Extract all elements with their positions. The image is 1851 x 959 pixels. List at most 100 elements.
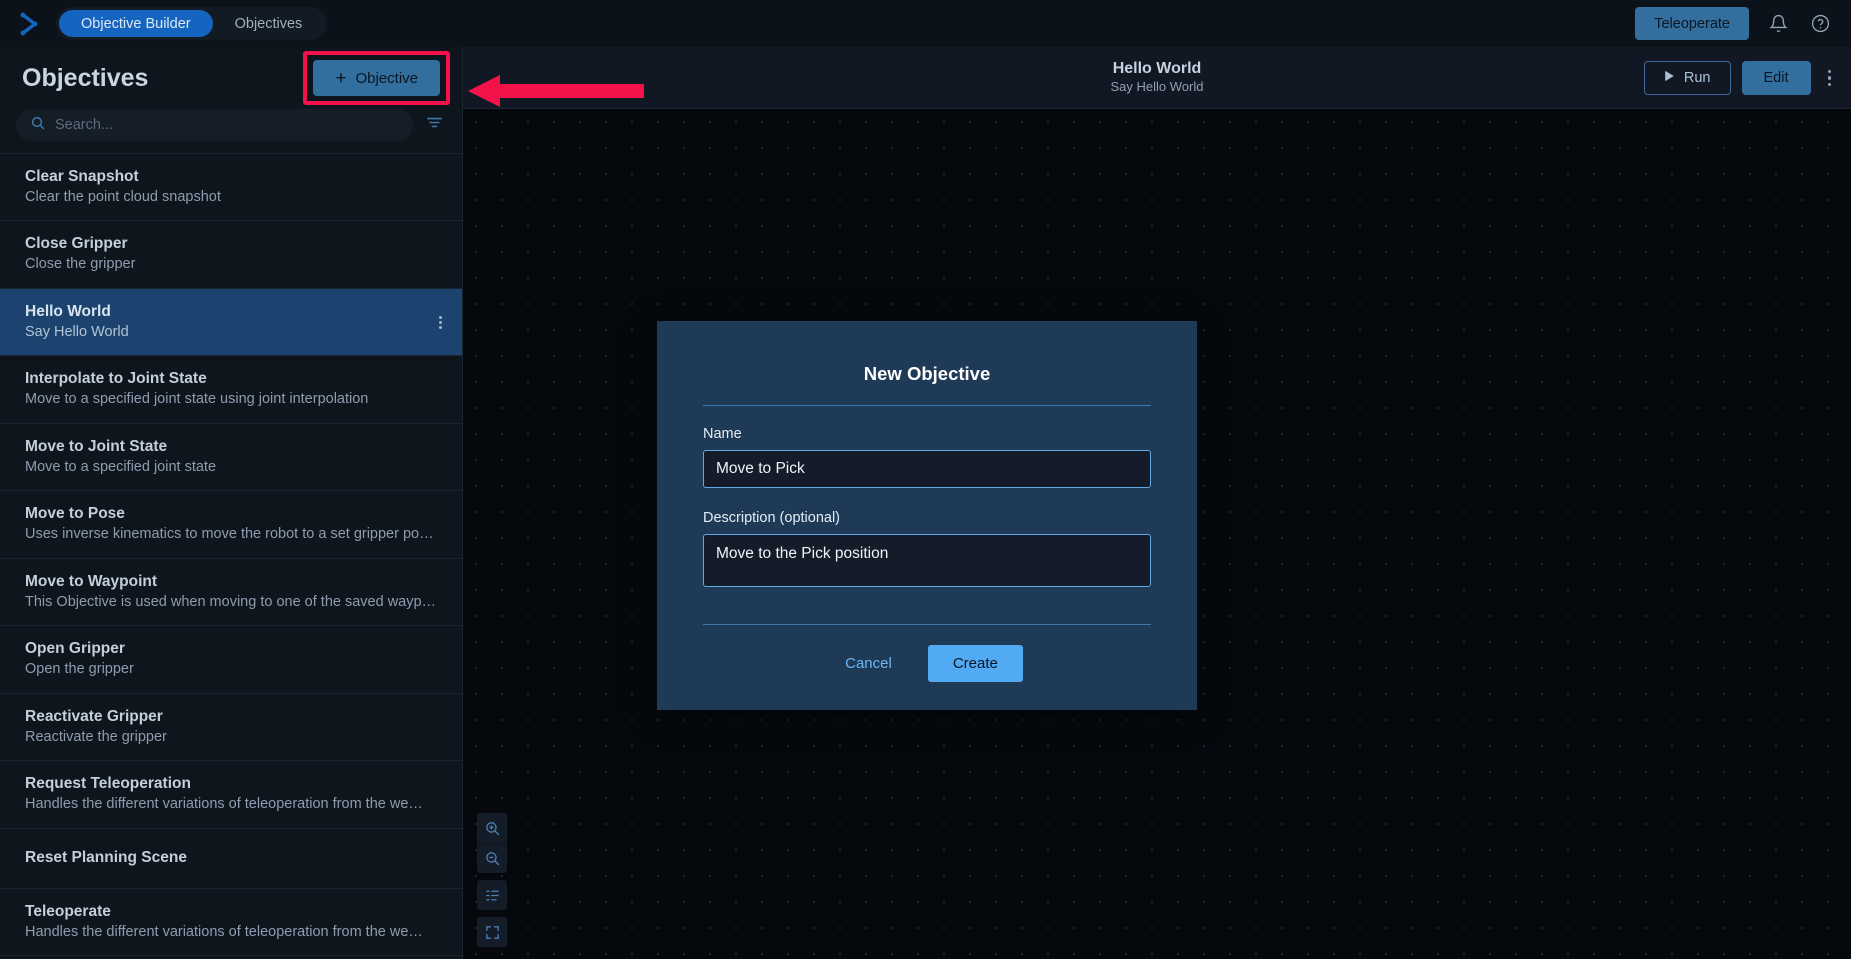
- list-item-more-vertical-icon[interactable]: [429, 315, 442, 329]
- list-item-description: Move to a specified joint state: [25, 458, 217, 475]
- list-item-texts: Hello World Say Hello World: [25, 302, 429, 342]
- list-item-title: Teleoperate: [25, 902, 111, 920]
- nav-pill-group: Objective Builder Objectives: [56, 7, 328, 40]
- list-item-texts: Move to Joint State Move to a specified j…: [25, 437, 442, 477]
- list-item-title: Move to Joint State: [25, 437, 168, 455]
- list-item[interactable]: Interpolate to Joint State Move to a spec…: [0, 356, 462, 424]
- add-objective-button[interactable]: + Objective: [313, 60, 440, 96]
- list-item-texts: Close Gripper Close the gripper: [25, 234, 442, 274]
- list-item-description: Uses inverse kinematics to move the robo…: [25, 526, 434, 543]
- fit-to-screen-icon[interactable]: [477, 917, 507, 947]
- list-item-description: Reactivate the gripper: [25, 728, 167, 745]
- name-input[interactable]: [703, 450, 1151, 488]
- help-circle-icon[interactable]: [1807, 11, 1833, 37]
- search-box[interactable]: [16, 109, 413, 141]
- canvas-more-vertical-icon[interactable]: [1822, 62, 1838, 95]
- list-item-description: Open the gripper: [25, 661, 134, 678]
- list-item-title: Move to Waypoint: [25, 572, 158, 590]
- cancel-button[interactable]: Cancel: [831, 646, 906, 681]
- list-item-description: Handles the different variations of tele…: [25, 923, 423, 940]
- list-item[interactable]: Teleoperate Handles the different variati…: [0, 889, 462, 957]
- tab-objective-builder-label: Objective Builder: [81, 15, 191, 32]
- list-item[interactable]: Hello World Say Hello World: [0, 288, 462, 357]
- list-item-texts: Request Teleoperation Handles the differe…: [25, 774, 442, 814]
- zoom-controls: [477, 813, 507, 947]
- new-objective-modal: New Objective Name Description (optional…: [657, 321, 1197, 710]
- list-item-texts: Reset Planning Scene: [25, 848, 442, 869]
- name-field-label: Name: [703, 426, 742, 442]
- canvas-title: Hello World: [1112, 59, 1202, 77]
- add-objective-label: Objective: [355, 69, 418, 87]
- search-input[interactable]: [55, 117, 399, 133]
- list-item-description: Clear the point cloud snapshot: [25, 188, 221, 205]
- list-item-title: Open Gripper: [25, 640, 125, 658]
- top-navigation-bar: Objective Builder Objectives Teleoperate: [0, 0, 1851, 47]
- create-button[interactable]: Create: [927, 645, 1023, 682]
- list-item-title: Reactivate Gripper: [25, 707, 163, 725]
- canvas-header: Hello World Say Hello World Run Edit: [463, 47, 1851, 109]
- list-item-title: Clear Snapshot: [25, 168, 139, 185]
- list-item-texts: Open Gripper Open the gripper: [25, 639, 442, 679]
- list-item-description: Handles the different variations of tele…: [25, 796, 423, 813]
- list-layout-icon[interactable]: [477, 880, 507, 910]
- list-item[interactable]: Reactivate Gripper Reactivate the gripper: [0, 694, 462, 762]
- main-body: Objectives + Objective Search... Clear S…: [0, 47, 1851, 959]
- list-item[interactable]: Request Teleoperation Handles the differe…: [0, 761, 462, 829]
- canvas-subtitle: Say Hello World: [1110, 79, 1204, 95]
- list-item-title: Close Gripper: [25, 235, 128, 253]
- list-item-description: Move to a specified joint state using jo…: [25, 391, 369, 408]
- sidebar-header: Objectives + Objective: [0, 47, 462, 109]
- list-item[interactable]: Move to Joint State Move to a specified j…: [0, 424, 462, 492]
- notification-bell-icon[interactable]: [1765, 11, 1791, 37]
- layout-button-group: [477, 880, 507, 910]
- edit-button[interactable]: Edit: [1741, 61, 1811, 95]
- plus-icon: +: [335, 67, 347, 89]
- teleoperate-button[interactable]: Teleoperate: [1635, 7, 1749, 40]
- list-item[interactable]: Open Gripper Open the gripper: [0, 626, 462, 694]
- tab-objectives-label: Objectives: [234, 15, 303, 32]
- filter-icon[interactable]: [425, 113, 444, 137]
- app-root: Objective Builder Objectives Teleoperate: [0, 0, 1851, 959]
- zoom-in-icon[interactable]: [477, 813, 507, 843]
- list-item-texts: Move to Waypoint This Objective is used w…: [25, 572, 442, 612]
- list-item-title: Hello World: [25, 302, 111, 320]
- list-item[interactable]: Move to Waypoint This Objective is used w…: [0, 559, 462, 627]
- list-item-title: Interpolate to Joint State: [25, 370, 207, 388]
- search-row: [0, 109, 462, 153]
- description-field-label: Description (optional): [703, 510, 841, 526]
- list-item-description: Close the gripper: [25, 256, 136, 273]
- modal-body: Name Description (optional): [657, 406, 1197, 596]
- canvas-title-block: Hello World Say Hello World: [1111, 59, 1204, 97]
- list-item[interactable]: Reset Planning Scene: [0, 829, 462, 889]
- page-title: Objectives: [22, 63, 149, 92]
- add-objective-wrapper: + Objective: [303, 51, 450, 105]
- list-item[interactable]: Move to Pose Uses inverse kinematics to m…: [0, 491, 462, 559]
- list-item-description: This Objective is used when moving to on…: [25, 593, 437, 610]
- modal-title: New Objective: [863, 363, 991, 384]
- zoom-out-icon[interactable]: [477, 843, 507, 873]
- run-button[interactable]: Run: [1643, 61, 1731, 95]
- modal-actions: Cancel Create: [657, 625, 1197, 682]
- tab-objectives[interactable]: Objectives: [213, 10, 325, 37]
- list-item-texts: Interpolate to Joint State Move to a spec…: [25, 369, 442, 409]
- list-item-texts: Clear Snapshot Clear the point cloud snap…: [25, 167, 442, 207]
- topbar-right-group: Teleoperate: [1635, 7, 1833, 40]
- canvas-actions: Run Edit: [1643, 47, 1838, 109]
- list-item[interactable]: Clear Snapshot Clear the point cloud snap…: [0, 154, 462, 222]
- chevron-logo-icon[interactable]: [10, 11, 50, 37]
- tab-objective-builder[interactable]: Objective Builder: [59, 10, 213, 37]
- objectives-sidebar: Objectives + Objective Search... Clear S…: [0, 47, 463, 959]
- list-item-texts: Teleoperate Handles the different variati…: [25, 902, 442, 942]
- list-item-title: Request Teleoperation: [25, 775, 191, 793]
- run-button-label: Run: [1683, 70, 1711, 86]
- list-item[interactable]: Close Gripper Close the gripper: [0, 221, 462, 289]
- list-item-texts: Reactivate Gripper Reactivate the gripper: [25, 707, 442, 747]
- description-textarea[interactable]: [703, 534, 1151, 587]
- zoom-button-group: [477, 813, 507, 873]
- list-item-description: Say Hello World: [25, 323, 129, 340]
- list-item-texts: Move to Pose Uses inverse kinematics to m…: [25, 504, 442, 544]
- play-icon: [1664, 70, 1675, 86]
- objectives-list[interactable]: Clear Snapshot Clear the point cloud snap…: [0, 153, 462, 959]
- search-icon: [30, 115, 46, 136]
- fit-button-group: [477, 917, 507, 947]
